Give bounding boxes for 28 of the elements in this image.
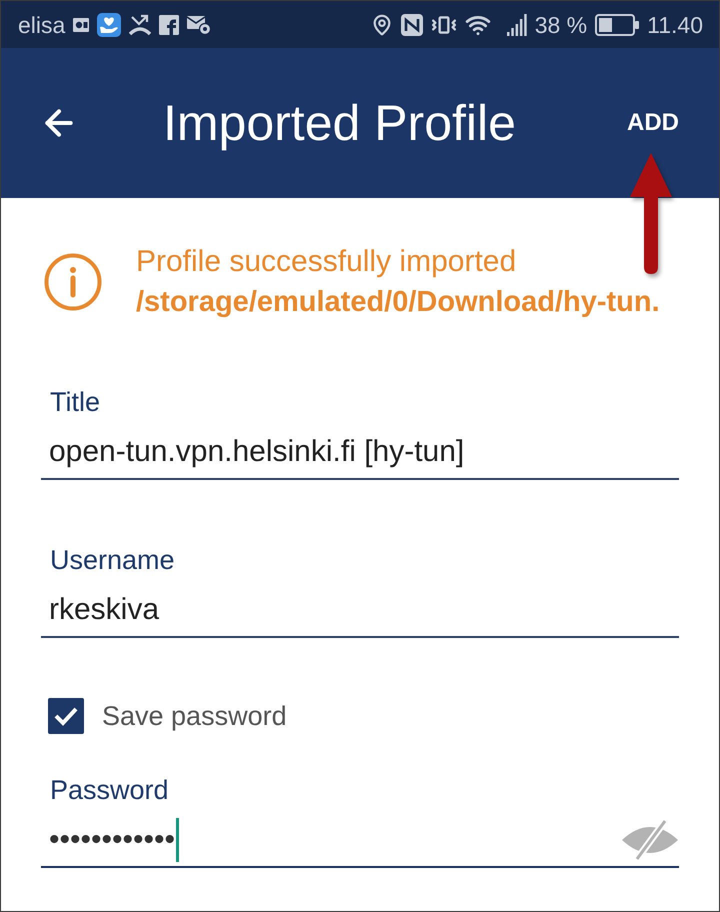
carrier-name: elisa [18, 12, 66, 38]
text-cursor [176, 818, 180, 862]
up-arrow-icon [629, 153, 673, 275]
nfc-icon [400, 14, 423, 36]
file-path: /storage/emulated/0/Download/hy-tun. [136, 285, 660, 320]
mail-app-icon [73, 18, 90, 32]
battery-icon [595, 14, 640, 36]
clock-time: 11.40 [647, 12, 703, 38]
social-app-icon [159, 14, 180, 34]
check-icon [54, 706, 78, 726]
screen-title: Imported Profile [163, 94, 516, 152]
field-label: Username [50, 544, 175, 576]
location-pin-icon [370, 14, 393, 36]
info-icon [44, 253, 102, 311]
signal-icon [506, 14, 527, 36]
checkbox[interactable] [48, 698, 84, 734]
add-button[interactable]: ADD [627, 105, 679, 141]
missed-call-icon [129, 14, 152, 36]
text-input-field[interactable]: rkeskiva [41, 584, 679, 638]
field-label: Title [50, 386, 100, 418]
field-label: Password [50, 774, 169, 806]
checkbox-label: Save password [102, 700, 287, 732]
text-input-field[interactable]: open-tun.vpn.helsinki.fi [hy-tun] [41, 426, 679, 480]
notice-message: Profile successfully imported [136, 244, 518, 280]
heart-hand-icon [97, 12, 122, 36]
mail-settings-icon [187, 14, 212, 34]
battery-percentage: 38 % [534, 12, 588, 38]
password-input-field[interactable]: •••••••••••• [41, 814, 679, 868]
